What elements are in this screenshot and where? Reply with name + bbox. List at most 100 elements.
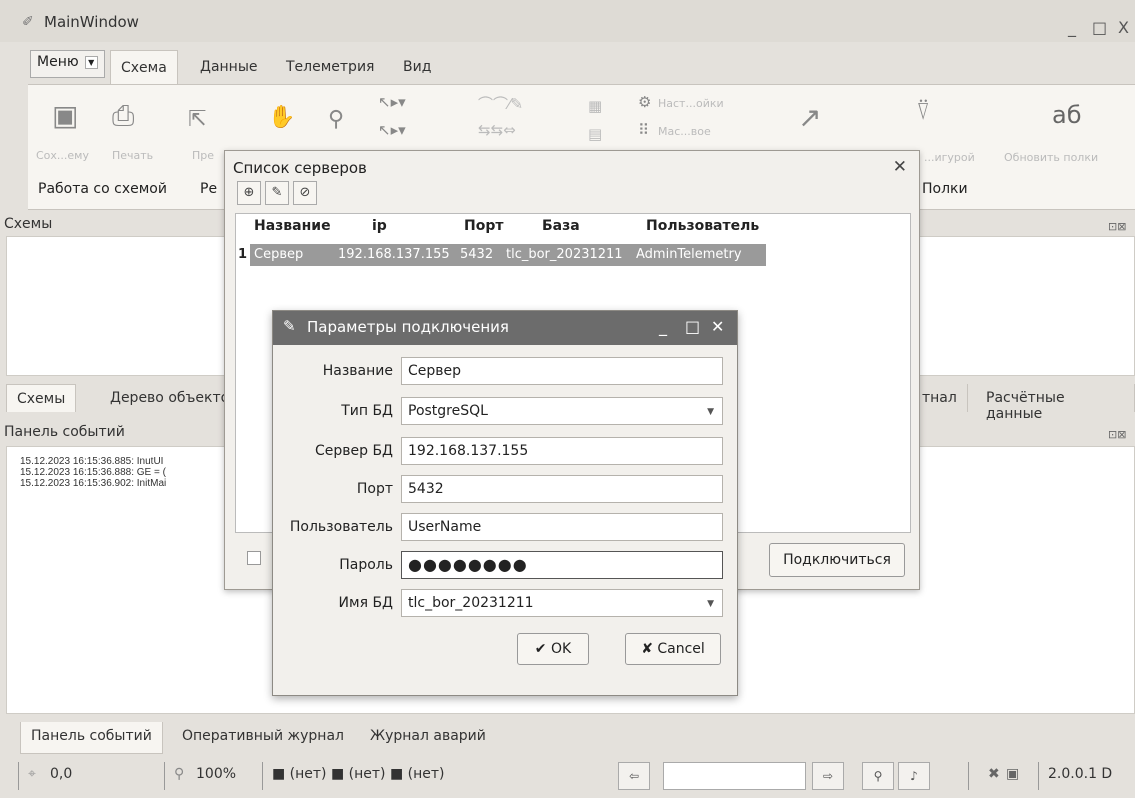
chevron-down-icon[interactable]: ▼ — [707, 599, 714, 609]
connection-params-dialog: ✎ Параметры подключения _ □ ✕ Название С… — [272, 310, 738, 696]
update-shelves-label: Обновить полки — [1004, 151, 1099, 164]
close-button[interactable]: ✕ — [711, 317, 724, 336]
tab-event-panel[interactable]: Панель событий — [20, 722, 163, 754]
tab-calc-data[interactable]: Расчётные данные — [976, 384, 1135, 422]
printer-icon[interactable]: ⎙ — [112, 99, 134, 133]
password-label: Пароль — [339, 557, 393, 573]
column-header[interactable]: ip — [372, 218, 387, 234]
column-header[interactable]: Пользователь — [646, 218, 759, 234]
minimize-button[interactable]: _ — [659, 317, 667, 336]
save-scheme-label: Сох...ему — [36, 149, 89, 162]
dock-buttons-events[interactable]: ⊡⊠ — [1108, 428, 1126, 441]
pointer-add-icon[interactable]: ↖▸▾ — [378, 93, 406, 111]
db-type-value: PostgreSQL — [408, 403, 488, 419]
minimize-button[interactable]: _ — [1068, 18, 1076, 37]
draw-tools-icon[interactable]: ⌒⌒⁄✎ — [478, 93, 523, 114]
coords-readout: 0,0 — [50, 766, 73, 782]
network-icon: ▣ — [1006, 766, 1020, 782]
maximize-button[interactable]: □ — [685, 317, 700, 336]
status-separator — [968, 762, 969, 790]
cell-user: AdminTelemetry — [636, 247, 742, 262]
status-separator — [1038, 762, 1039, 790]
sound-icon[interactable]: ♪ — [898, 762, 930, 790]
db-name-label: Имя БД — [338, 595, 393, 611]
column-header[interactable]: Порт — [464, 218, 503, 234]
chevron-down-icon[interactable]: ▼ — [707, 407, 714, 417]
connect-button[interactable]: Подключиться — [769, 543, 905, 577]
chevron-down-icon[interactable]: ▼ — [84, 55, 98, 69]
tab-alarm-journal[interactable]: Журнал аварий — [360, 722, 496, 754]
port-field[interactable]: 5432 — [401, 475, 723, 503]
edit-server-icon[interactable]: ✎ — [265, 181, 289, 205]
server-field[interactable]: 192.168.137.155 — [401, 437, 723, 465]
cell-name: Сервер — [254, 247, 304, 262]
app-icon: ✐ — [22, 14, 34, 30]
cursor-icon[interactable]: ⇱ — [188, 107, 206, 132]
log-line: 15.12.2023 16:15:36.885: InutUI — [20, 456, 164, 467]
tab-operative-journal[interactable]: Оперативный журнал — [172, 722, 354, 754]
coords-icon: ⌖ — [28, 766, 36, 782]
tab-view[interactable]: Вид — [393, 50, 441, 84]
menu-button[interactable]: Меню ▼ — [30, 50, 105, 78]
plugin-icon: ✖ — [988, 766, 1000, 782]
cell-db: tlc_bor_20231211 — [506, 247, 623, 262]
maximize-button[interactable]: □ — [1092, 18, 1107, 37]
cancel-label: Cancel — [657, 641, 705, 657]
table-row[interactable]: Сервер 192.168.137.155 5432 tlc_bor_2023… — [250, 244, 766, 266]
column-header[interactable]: Название — [254, 218, 331, 234]
search-icon[interactable]: ⚲ — [862, 762, 894, 790]
zoom-icon[interactable]: ⚲ — [328, 107, 344, 132]
tab-scheme[interactable]: Схема — [110, 50, 178, 84]
tab-schemes[interactable]: Схемы — [6, 384, 77, 412]
tab-object-tree[interactable]: Дерево объекто — [100, 384, 241, 412]
align-tools-icon[interactable]: ⇆⇆⇔ — [478, 121, 516, 139]
hand-icon[interactable]: ✋ — [268, 105, 295, 130]
title-bar: ✐ MainWindow _ □ X — [0, 0, 1135, 42]
user-field[interactable]: UserName — [401, 513, 723, 541]
zoom-icon: ⚲ — [174, 766, 185, 782]
chart-line-icon[interactable]: ↗ — [798, 101, 821, 134]
password-field[interactable]: ●●●●●●●● — [401, 551, 723, 579]
row-number: 1 — [238, 247, 248, 262]
close-icon[interactable]: ✕ — [893, 157, 907, 177]
search-prev-button[interactable]: ⇦ — [618, 762, 650, 790]
settings-label: Наст...ойки — [658, 97, 724, 110]
user-label: Пользователь — [289, 519, 393, 535]
ok-label: OK — [550, 641, 572, 657]
dialog-titlebar: ✎ Параметры подключения _ □ ✕ — [273, 311, 737, 345]
ok-button[interactable]: ✔ OK — [517, 633, 589, 665]
refresh-shelves-icon[interactable]: аб — [1052, 101, 1082, 129]
checkbox[interactable] — [247, 551, 261, 565]
scale-icon[interactable]: ⠿ — [638, 121, 649, 139]
save-icon[interactable]: ▣ — [52, 99, 78, 132]
add-server-icon[interactable]: ⊕ — [237, 181, 261, 205]
cell-port: 5432 — [460, 247, 494, 262]
dock-buttons-top[interactable]: ⊡⊠ — [1108, 220, 1126, 233]
gear-icon[interactable]: ⚙ — [638, 93, 651, 111]
log-line: 15.12.2023 16:15:36.888: GE = ( — [20, 467, 166, 478]
table-icon[interactable]: ▤ — [588, 125, 602, 143]
cancel-button[interactable]: ✘ Cancel — [625, 633, 721, 665]
column-header[interactable]: База — [542, 218, 580, 234]
search-next-button[interactable]: ⇨ — [812, 762, 844, 790]
server-label: Сервер БД — [314, 443, 393, 459]
group-work-label: Работа со схемой — [38, 181, 167, 197]
db-name-select[interactable]: tlc_bor_20231211 ▼ — [401, 589, 723, 617]
figure-label: ...игурой — [924, 151, 975, 164]
pointer-sub-icon[interactable]: ↖▸▾ — [378, 121, 406, 139]
log-line: 15.12.2023 16:15:36.902: InitMai — [20, 478, 167, 489]
connector-icon[interactable]: ⍢ — [916, 97, 930, 125]
db-type-select[interactable]: PostgreSQL ▼ — [401, 397, 723, 425]
group-re-label: Ре — [200, 181, 218, 197]
db-name-value: tlc_bor_20231211 — [408, 595, 534, 611]
tab-journal[interactable]: тнал — [912, 384, 968, 412]
menu-label: Меню — [37, 54, 79, 70]
grid-icon[interactable]: ▦ — [588, 97, 602, 115]
tab-data[interactable]: Данные — [190, 50, 268, 84]
tab-telemetry[interactable]: Телеметрия — [276, 50, 384, 84]
close-button[interactable]: X — [1118, 18, 1129, 37]
name-field[interactable]: Сервер — [401, 357, 723, 385]
port-label: Порт — [356, 481, 393, 497]
delete-server-icon[interactable]: ⊘ — [293, 181, 317, 205]
search-input[interactable] — [663, 762, 806, 790]
